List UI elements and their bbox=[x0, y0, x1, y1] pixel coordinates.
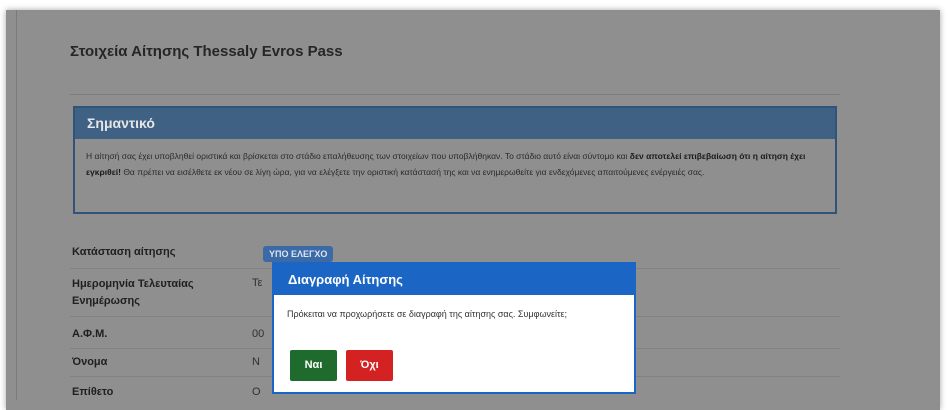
last-update-value: Τε bbox=[252, 277, 263, 289]
dialog-message: Πρόκειται να προχωρήσετε σε διαγραφή της… bbox=[287, 309, 568, 319]
notice-text-part1: Η αίτησή σας έχει υποβληθεί οριστικά και… bbox=[86, 151, 630, 161]
status-label: Κατάσταση αίτησης bbox=[72, 246, 176, 258]
important-notice-panel: Σημαντικό Η αίτησή σας έχει υποβληθεί ορ… bbox=[73, 106, 837, 214]
afm-label: Α.Φ.Μ. bbox=[72, 328, 108, 340]
title-divider bbox=[70, 94, 840, 95]
notice-text-part2: Θα πρέπει να εισέλθετε εκ νέου σε λίγη ώ… bbox=[120, 167, 705, 177]
cancel-no-button[interactable]: Όχι bbox=[346, 350, 393, 381]
last-name-label: Επίθετο bbox=[72, 386, 114, 398]
notice-text: Η αίτησή σας έχει υποβληθεί οριστικά και… bbox=[75, 139, 835, 180]
last-update-label: Ημερομηνία Τελευταίας Ενημέρωσης bbox=[72, 278, 194, 307]
dialog-title: Διαγραφή Αίτησης bbox=[274, 264, 634, 295]
delete-application-dialog: Διαγραφή Αίτησης Πρόκειται να προχωρήσετ… bbox=[272, 262, 636, 394]
notice-heading: Σημαντικό bbox=[75, 108, 835, 139]
last-name-value: Ο bbox=[252, 386, 261, 398]
confirm-yes-button[interactable]: Ναι bbox=[290, 350, 337, 381]
first-name-label: Όνομα bbox=[72, 356, 108, 368]
status-badge: ΥΠΟ ΕΛΕΓΧΟ bbox=[263, 246, 334, 262]
page-title: Στοιχεία Αίτησης Thessaly Evros Pass bbox=[70, 43, 343, 60]
afm-value: 00 bbox=[252, 328, 265, 340]
first-name-value: Ν bbox=[252, 356, 260, 368]
